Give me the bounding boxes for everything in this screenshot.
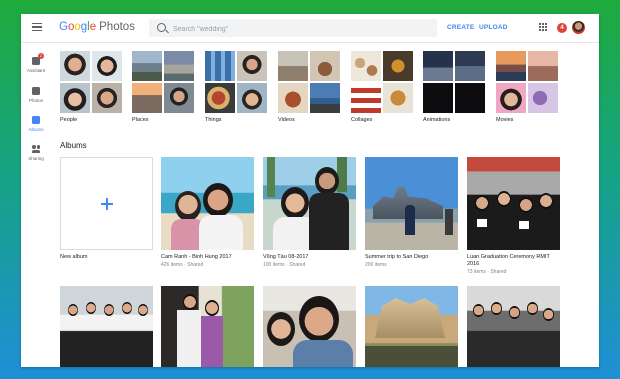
album-cover[interactable] xyxy=(365,286,458,367)
sidebar-item-label: Sharing xyxy=(28,156,44,161)
category-thumbnail[interactable] xyxy=(423,51,485,113)
category-videos[interactable]: Videos xyxy=(278,51,340,123)
category-thumbnail[interactable] xyxy=(496,51,558,113)
category-thumbnail[interactable] xyxy=(351,51,413,113)
album-card[interactable]: Luan Graduation Ceremony RMIT 2016 73 it… xyxy=(467,157,560,275)
category-people[interactable]: People xyxy=(60,51,122,123)
category-things[interactable]: Things xyxy=(205,51,267,123)
assistant-icon: 2 xyxy=(32,53,44,65)
album-title: New album xyxy=(60,254,88,260)
category-thumbnail[interactable] xyxy=(132,51,194,113)
sidebar-item-photos[interactable]: Photos xyxy=(21,87,51,103)
sidebar-item-label: Albums xyxy=(28,127,44,132)
new-album-tile[interactable] xyxy=(60,157,153,250)
menu-icon[interactable] xyxy=(32,23,42,32)
assistant-badge: 2 xyxy=(38,53,44,59)
search-icon[interactable] xyxy=(157,23,166,32)
new-album-card[interactable]: New album xyxy=(60,157,153,261)
sidebar-item-sharing[interactable]: Sharing xyxy=(21,145,51,161)
album-title: Vũng Tàu 08-2017 xyxy=(263,254,309,260)
album-cover[interactable] xyxy=(365,157,458,250)
logo-letter: G xyxy=(59,21,68,33)
album-card[interactable]: Summer trip to San Diego 200 items xyxy=(365,157,458,268)
search-bar[interactable] xyxy=(149,19,437,37)
album-card[interactable]: Cam Ranh - Binh Hung 2017 426 items · Sh… xyxy=(161,157,254,268)
album-cover[interactable] xyxy=(161,157,254,250)
upload-button[interactable]: UPLOAD xyxy=(479,24,508,31)
album-meta: 73 items · Shared xyxy=(467,269,507,275)
photo-icon xyxy=(32,87,40,95)
category-thumbnail[interactable] xyxy=(60,51,122,113)
album-cover[interactable] xyxy=(467,157,560,250)
plus-icon xyxy=(101,198,113,210)
category-label: Collages xyxy=(351,117,373,123)
create-button[interactable]: CREATE xyxy=(447,24,474,31)
sidebar-item-assistant[interactable]: 2 Assistant xyxy=(21,53,51,73)
albums-icon xyxy=(32,116,40,124)
notifications-badge[interactable]: 4 xyxy=(557,23,567,33)
people-icon xyxy=(32,145,40,153)
category-label: Animations xyxy=(423,117,451,123)
album-cover[interactable] xyxy=(467,286,560,367)
album-cover[interactable] xyxy=(263,157,356,250)
album-title: Cam Ranh - Binh Hung 2017 xyxy=(161,254,232,260)
category-label: Things xyxy=(205,117,222,123)
category-thumbnail[interactable] xyxy=(278,51,340,113)
category-label: Videos xyxy=(278,117,295,123)
google-photos-logo[interactable]: Google Photos xyxy=(59,21,135,33)
category-collages[interactable]: Collages xyxy=(351,51,413,123)
category-places[interactable]: Places xyxy=(132,51,194,123)
account-avatar[interactable] xyxy=(572,21,585,34)
category-animations[interactable]: Animations xyxy=(423,51,485,123)
search-input[interactable] xyxy=(171,21,425,37)
album-card[interactable]: Vũng Tàu 08-2017 100 items · Shared xyxy=(263,157,356,268)
category-label: Places xyxy=(132,117,149,123)
app-window: GooglePhotos CREATE UPLOAD 4 2 Assistant… xyxy=(21,14,599,367)
albums-section-title: Albums xyxy=(60,141,87,150)
apps-grid-icon[interactable] xyxy=(539,23,548,32)
album-cover[interactable] xyxy=(263,286,356,367)
top-bar: GooglePhotos CREATE UPLOAD 4 xyxy=(21,14,599,43)
category-thumbnail[interactable] xyxy=(205,51,267,113)
sidebar-item-label: Photos xyxy=(28,98,43,103)
album-meta: 426 items · Shared xyxy=(161,262,204,268)
album-cover[interactable] xyxy=(161,286,254,367)
category-label: Movies xyxy=(496,117,514,123)
category-label: People xyxy=(60,117,78,123)
album-title: Luan Graduation Ceremony RMIT 2016 xyxy=(467,254,550,267)
sidebar-item-label: Assistant xyxy=(26,68,46,73)
album-cover[interactable] xyxy=(60,286,153,367)
album-title: Summer trip to San Diego xyxy=(365,254,429,260)
logo-product-name: Photos xyxy=(99,21,135,33)
sidebar: 2 Assistant Photos Albums Sharing xyxy=(21,43,51,367)
album-meta: 100 items · Shared xyxy=(263,262,306,268)
category-movies[interactable]: Movies xyxy=(496,51,558,123)
logo-letter: e xyxy=(89,21,97,33)
sidebar-item-albums[interactable]: Albums xyxy=(21,116,51,132)
album-meta: 200 items xyxy=(365,262,387,268)
